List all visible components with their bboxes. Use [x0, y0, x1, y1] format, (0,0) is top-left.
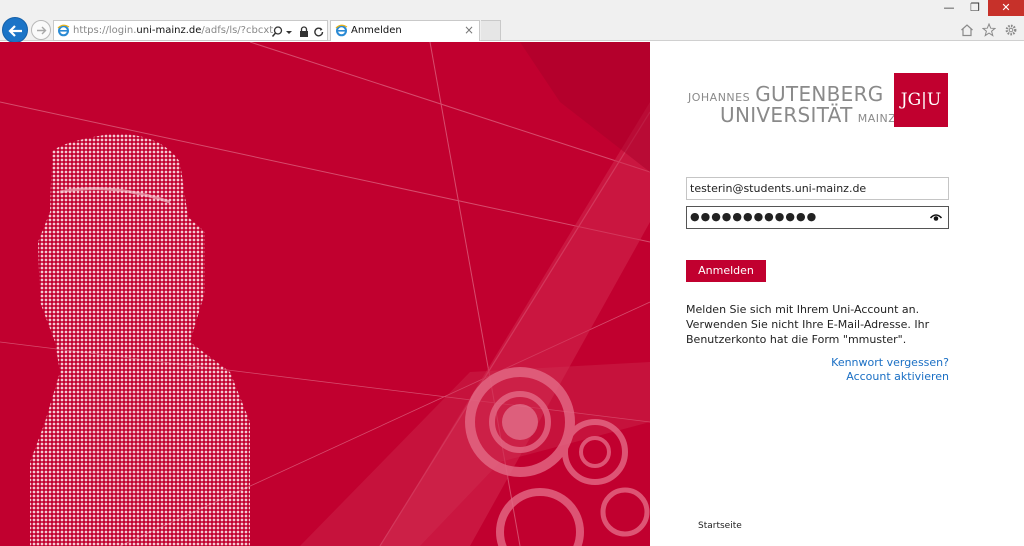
browser-tools [960, 22, 1018, 37]
tab-title: Anmelden [351, 25, 402, 36]
ie-tab-icon [335, 24, 348, 37]
hero-image [0, 42, 650, 546]
username-input[interactable]: testerin@students.uni-mainz.de [686, 177, 949, 200]
help-text: Melden Sie sich mit Ihrem Uni-Account an… [686, 303, 930, 346]
browser-chrome: https://login.uni-mainz.de/adfs/ls/?cbcx… [0, 0, 1024, 43]
home-icon[interactable] [960, 22, 974, 37]
password-input[interactable]: ●●●●●●●●●●●● [686, 206, 949, 229]
minimize-button[interactable]: — [936, 0, 962, 16]
lock-icon[interactable] [299, 24, 311, 38]
address-bar[interactable]: https://login.uni-mainz.de/adfs/ls/?cbcx… [53, 20, 328, 41]
gutenberg-statue-illustration [0, 42, 650, 546]
dropdown-arrow-icon[interactable] [285, 24, 297, 38]
back-button[interactable] [2, 17, 28, 43]
arrow-left-icon [8, 25, 22, 37]
address-tools [271, 24, 325, 38]
logo-universitat: UNIVERSITÄT [720, 103, 853, 127]
activate-account-link[interactable]: Account aktivieren [846, 370, 949, 383]
login-button[interactable]: Anmelden [686, 260, 766, 282]
favorites-star-icon[interactable] [981, 22, 997, 37]
url-domain: uni-mainz.de [136, 25, 202, 36]
restore-button[interactable]: ❐ [962, 0, 988, 16]
url-prefix: https://login. [73, 25, 137, 36]
close-window-button[interactable]: ✕ [988, 0, 1024, 16]
tab-anmelden[interactable]: Anmelden × [330, 20, 480, 41]
startseite-link[interactable]: Startseite [698, 521, 742, 531]
tab-close-icon[interactable]: × [464, 23, 474, 37]
url-path: /adfs/ls/?cbcxt=&popup [201, 25, 273, 36]
password-dots: ●●●●●●●●●●●● [690, 210, 818, 223]
login-panel: JOHANNES GUTENBERG UNIVERSITÄT MAINZ JG|… [650, 42, 1024, 546]
university-wordmark: JOHANNES GUTENBERG UNIVERSITÄT MAINZ [688, 84, 896, 125]
ie-page-icon [57, 24, 70, 37]
forward-button[interactable] [31, 20, 51, 40]
refresh-icon[interactable] [313, 24, 325, 38]
url-text: https://login.uni-mainz.de/adfs/ls/?cbcx… [73, 24, 273, 38]
logo-mainz: MAINZ [857, 112, 897, 125]
forgot-password-link[interactable]: Kennwort vergessen? [831, 356, 949, 369]
eye-icon[interactable] [930, 213, 942, 222]
arrow-right-icon [37, 26, 47, 35]
gear-icon[interactable] [1004, 22, 1018, 36]
jgu-logo-mark: JG|U [894, 73, 948, 127]
new-tab-button[interactable] [481, 20, 501, 41]
search-icon[interactable] [271, 24, 283, 38]
